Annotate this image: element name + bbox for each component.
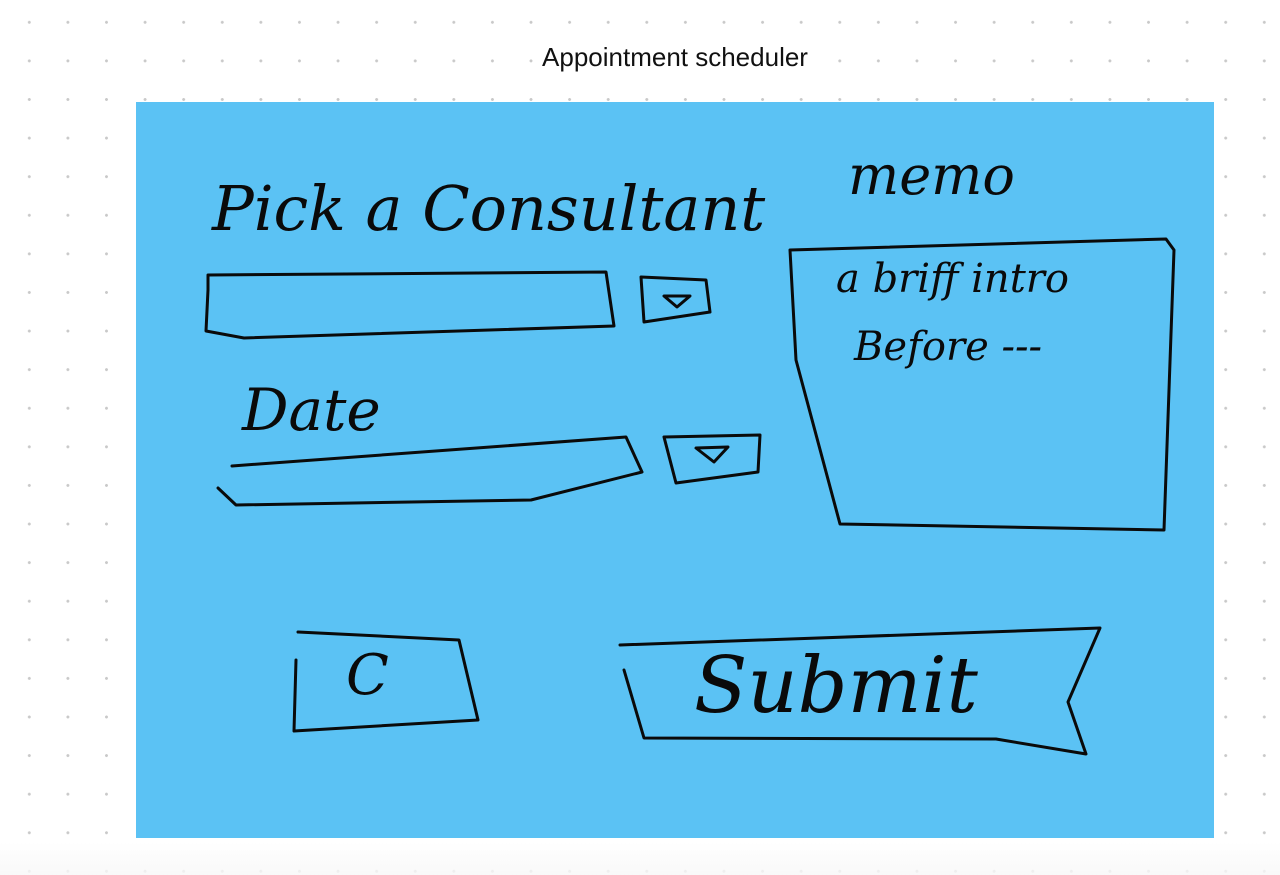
frame-title-text: Appointment scheduler [536,42,814,72]
artboard[interactable]: Pick a Consultant Date memo a briff intr… [136,102,1214,838]
refresh-arrow-icon: C [346,643,389,708]
memo-label: memo [848,144,1015,207]
sketch-svg: Pick a Consultant Date memo a briff intr… [136,102,1214,838]
canvas-bottom-edge [0,842,1280,875]
frame-title: Appointment scheduler [0,42,1280,73]
consultant-label: Pick a Consultant [211,172,765,245]
date-label: Date [241,376,381,444]
memo-line-2: Before --- [853,324,1042,370]
memo-line-1: a briff intro [836,256,1069,302]
submit-button-label: Submit [694,641,979,731]
